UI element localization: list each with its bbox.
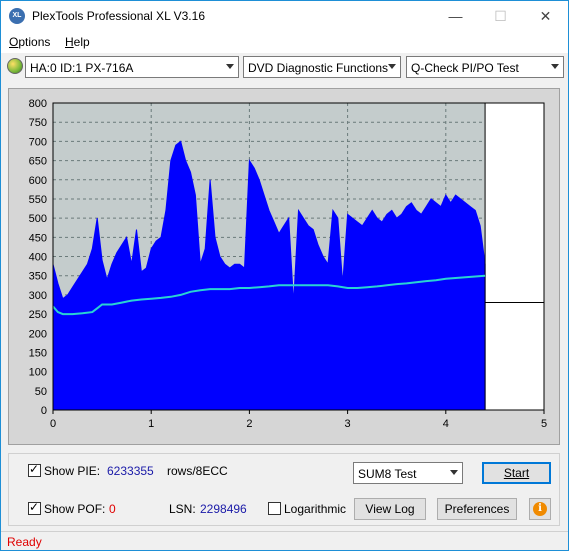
app-window: XL PlexTools Professional XL V3.16 — ☐ ✕… — [0, 0, 569, 551]
menu-options-accel: O — [9, 35, 19, 49]
y-tick-label: 250 — [29, 309, 47, 321]
chevron-down-icon — [226, 64, 234, 69]
toolbar: HA:0 ID:1 PX-716A DVD Diagnostic Functio… — [1, 53, 568, 81]
y-tick-label: 650 — [29, 156, 47, 168]
y-tick-label: 750 — [29, 117, 47, 129]
function-select[interactable]: DVD Diagnostic Functions — [243, 56, 401, 78]
title-bar: XL PlexTools Professional XL V3.16 — ☐ ✕ — [1, 1, 568, 31]
show-pie-checkbox[interactable] — [28, 462, 41, 477]
function-select-value: DVD Diagnostic Functions — [248, 61, 389, 75]
show-pof-label: Show POF: — [44, 502, 106, 516]
rows-label: rows/8ECC — [167, 464, 228, 478]
chevron-down-icon — [388, 64, 396, 69]
preferences-button[interactable]: Preferences — [437, 498, 517, 520]
show-pie-label: Show PIE: — [44, 464, 101, 478]
pof-value: 0 — [109, 502, 116, 516]
window-title: PlexTools Professional XL V3.16 — [32, 9, 205, 23]
y-tick-label: 450 — [29, 232, 47, 244]
sum8-select-value: SUM8 Test — [358, 467, 417, 481]
drive-status-icon — [7, 58, 23, 74]
show-pof-checkbox[interactable] — [28, 500, 41, 515]
device-select[interactable]: HA:0 ID:1 PX-716A — [25, 56, 239, 78]
start-button-label: Start — [503, 466, 530, 480]
lsn-value: 2298496 — [200, 502, 247, 516]
x-tick-label: 4 — [443, 418, 449, 430]
app-logo-icon: XL — [9, 8, 25, 24]
preferences-button-label: Preferences — [444, 502, 510, 516]
x-tick-label: 2 — [246, 418, 252, 430]
x-tick-label: 5 — [541, 418, 547, 430]
unscanned-region — [485, 103, 544, 410]
y-tick-label: 500 — [29, 213, 47, 225]
start-button[interactable]: Start — [482, 462, 551, 484]
menu-bar: Options Help — [1, 31, 568, 53]
info-icon: i — [533, 502, 547, 516]
menu-help[interactable]: Help — [65, 35, 90, 49]
y-tick-label: 800 — [29, 98, 47, 110]
chart-panel: 0 50 100 150 200 250 300 350 400 450 500 550 600 650 7… — [8, 88, 560, 445]
logarithmic-checkbox[interactable] — [268, 502, 281, 515]
y-tick-label: 50 — [35, 386, 47, 398]
x-tick-label: 1 — [148, 418, 154, 430]
menu-help-accel: H — [65, 35, 74, 49]
x-tick-label: 3 — [345, 418, 351, 430]
pipo-chart: 0501001502002503003504004505005506006507… — [29, 98, 547, 430]
test-select-value: Q-Check PI/PO Test — [411, 61, 519, 75]
view-log-button-label: View Log — [365, 502, 415, 516]
x-tick-label: 0 — [50, 418, 56, 430]
y-tick-label: 600 — [29, 175, 47, 187]
y-tick-label: 400 — [29, 252, 47, 264]
y-tick-label: 0 — [41, 405, 47, 417]
status-bar: Ready — [1, 531, 568, 550]
lsn-label: LSN: — [169, 502, 196, 516]
device-select-value: HA:0 ID:1 PX-716A — [30, 61, 134, 75]
menu-options-rest: ptions — [18, 35, 51, 49]
y-tick-label: 550 — [29, 194, 47, 206]
logarithmic-label: Logarithmic — [284, 502, 347, 516]
y-tick-label: 200 — [29, 328, 47, 340]
menu-options[interactable]: Options — [9, 35, 50, 49]
info-button[interactable]: i — [529, 498, 551, 520]
close-button[interactable]: ✕ — [523, 1, 568, 31]
status-text: Ready — [7, 535, 42, 549]
y-tick-label: 150 — [29, 347, 47, 359]
maximize-button[interactable]: ☐ — [478, 1, 523, 31]
view-log-button[interactable]: View Log — [354, 498, 426, 520]
menu-help-rest: elp — [73, 35, 90, 49]
y-tick-label: 300 — [29, 290, 47, 302]
test-select[interactable]: Q-Check PI/PO Test — [406, 56, 564, 78]
minimize-button[interactable]: — — [433, 1, 478, 31]
controls-panel: Show PIE: 6233355 rows/8ECC SUM8 Test St… — [8, 453, 560, 526]
y-tick-label: 350 — [29, 271, 47, 283]
chevron-down-icon — [450, 470, 458, 475]
y-tick-label: 700 — [29, 136, 47, 148]
y-tick-label: 100 — [29, 367, 47, 379]
pie-value: 6233355 — [107, 464, 154, 478]
chevron-down-icon — [551, 64, 559, 69]
sum8-select[interactable]: SUM8 Test — [353, 462, 463, 484]
